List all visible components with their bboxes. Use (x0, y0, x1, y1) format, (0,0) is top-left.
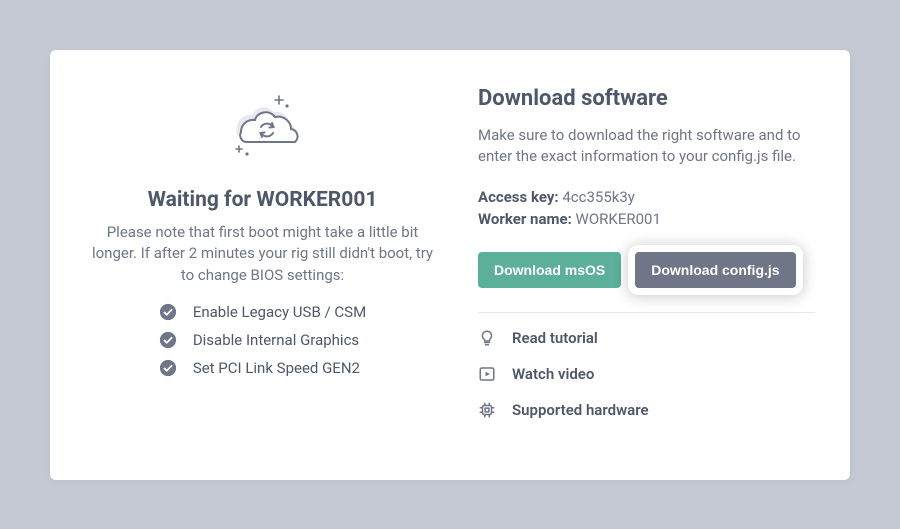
bios-item-label: Set PCI Link Speed GEN2 (193, 359, 360, 377)
cpu-icon (478, 401, 496, 419)
link-label: Watch video (512, 365, 594, 383)
bios-item: Set PCI Link Speed GEN2 (159, 359, 366, 377)
onboarding-card: Waiting for WORKER001 Please note that f… (50, 50, 850, 480)
access-key-value: 4cc355k3y (562, 188, 635, 206)
worker-name-value: WORKER001 (576, 210, 661, 228)
download-description: Make sure to download the right software… (478, 125, 815, 169)
download-buttons: Download msOS Download config.js (478, 252, 815, 288)
read-tutorial-link[interactable]: Read tutorial (478, 329, 815, 347)
bios-item: Disable Internal Graphics (159, 331, 366, 349)
check-circle-icon (159, 359, 177, 377)
right-panel: Download software Make sure to download … (450, 86, 825, 444)
lightbulb-icon (478, 329, 496, 347)
download-config-button[interactable]: Download config.js (635, 252, 795, 288)
bios-item-label: Disable Internal Graphics (193, 331, 359, 349)
worker-name-label: Worker name: (478, 210, 572, 228)
cloud-sync-icon (85, 92, 440, 164)
link-label: Read tutorial (512, 329, 598, 347)
bios-item: Enable Legacy USB / CSM (159, 303, 366, 321)
link-label: Supported hardware (512, 401, 649, 419)
waiting-title: Waiting for WORKER001 (85, 188, 440, 212)
divider (478, 312, 815, 313)
play-square-icon (478, 365, 496, 383)
waiting-description: Please note that first boot might take a… (85, 222, 440, 287)
download-title: Download software (478, 86, 815, 111)
bios-item-label: Enable Legacy USB / CSM (193, 303, 366, 321)
supported-hardware-link[interactable]: Supported hardware (478, 401, 815, 419)
access-key-label: Access key: (478, 188, 559, 206)
check-circle-icon (159, 303, 177, 321)
worker-name-row: Worker name: WORKER001 (478, 210, 815, 228)
check-circle-icon (159, 331, 177, 349)
download-msos-button[interactable]: Download msOS (478, 252, 621, 288)
bios-settings-list: Enable Legacy USB / CSM Disable Internal… (159, 303, 366, 387)
watch-video-link[interactable]: Watch video (478, 365, 815, 383)
left-panel: Waiting for WORKER001 Please note that f… (75, 86, 450, 444)
access-key-row: Access key: 4cc355k3y (478, 188, 815, 206)
